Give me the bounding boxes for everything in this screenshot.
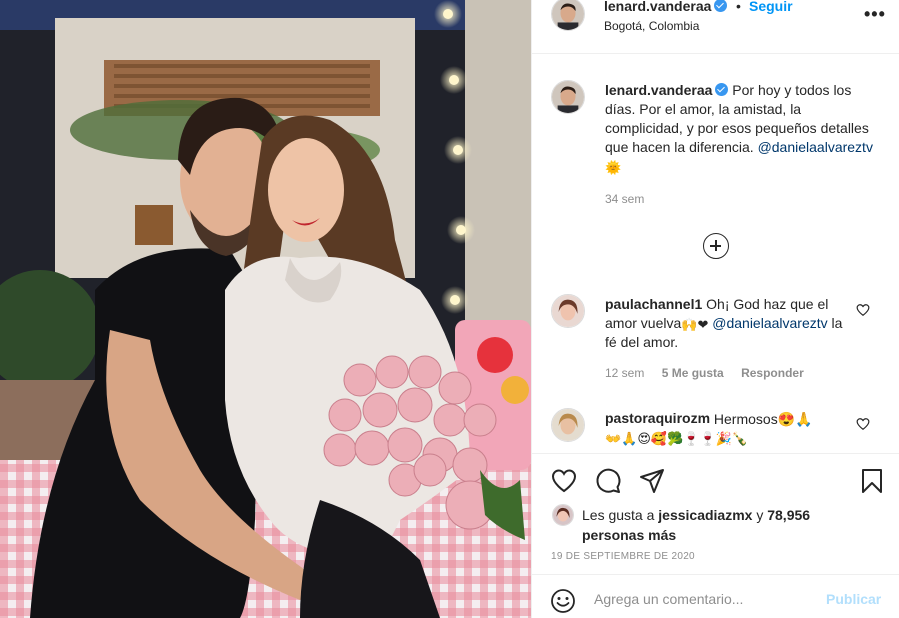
- avatar-image: [553, 505, 573, 525]
- comment-likes[interactable]: 5 Me gusta: [662, 366, 724, 380]
- comment-body: Hermosos😍🙏: [713, 411, 813, 427]
- comment-input[interactable]: [594, 587, 814, 611]
- comment-meta: 12 sem 5 Me gusta Responder: [605, 366, 818, 380]
- post-location[interactable]: Bogotá, Colombia: [604, 19, 699, 33]
- commenter-username[interactable]: pastoraquirozm: [605, 410, 710, 426]
- bookmark-icon[interactable]: [858, 467, 886, 495]
- author-username[interactable]: lenard.vanderaa: [604, 0, 728, 14]
- comment-emojis: 👐🙏😍🥰🥦🍷🍷🎉🍾: [605, 432, 749, 447]
- sun-emoji: 🌞: [605, 161, 622, 176]
- add-comment-bar: Publicar: [532, 574, 899, 618]
- post-actions-section: Les gusta a jessicadiazmx y 78,956 perso…: [532, 453, 899, 618]
- post-header: lenard.vanderaa • Seguir Bogotá, Colombi…: [532, 0, 899, 54]
- likes-text: Les gusta a jessicadiazmx y 78,956 perso…: [582, 505, 842, 545]
- liker-avatar[interactable]: [552, 504, 574, 526]
- avatar-image: [552, 409, 584, 441]
- comment-emojis: 🙌❤: [681, 318, 709, 333]
- avatar-image: [552, 81, 584, 113]
- share-icon[interactable]: [638, 467, 666, 495]
- avatar-image: [552, 0, 584, 30]
- avatar-image: [552, 295, 584, 327]
- comment-text: paulachannel1 Oh¡ God haz que el amor vu…: [605, 295, 850, 352]
- caption-timestamp[interactable]: 34 sem: [605, 192, 644, 206]
- caption-mention[interactable]: @danielaalvareztv: [758, 139, 873, 155]
- commenter-avatar[interactable]: [551, 408, 585, 442]
- caption-text: lenard.vanderaa Por hoy y todos los días…: [605, 81, 880, 176]
- couple-photo-illustration: [0, 0, 531, 618]
- comment-icon[interactable]: [594, 467, 622, 495]
- heart-icon[interactable]: [856, 303, 870, 317]
- commenter-username[interactable]: paulachannel1: [605, 296, 702, 312]
- comment-timestamp[interactable]: 12 sem: [605, 366, 644, 380]
- post-detail-panel: lenard.vanderaa • Seguir Bogotá, Colombi…: [531, 0, 899, 618]
- author-avatar[interactable]: [551, 0, 585, 31]
- comment-text: pastoraquirozm Hermosos😍🙏 👐🙏😍🥰🥦🍷🍷🎉🍾: [605, 409, 850, 447]
- caption-username[interactable]: lenard.vanderaa: [605, 82, 729, 98]
- verified-badge-icon: [715, 83, 729, 96]
- likes-conj: y: [756, 507, 764, 523]
- follow-button[interactable]: Seguir: [749, 0, 793, 14]
- comment-mention[interactable]: @danielaalvareztv: [712, 315, 827, 331]
- liker-username[interactable]: jessicadiazmx: [658, 507, 752, 523]
- smiley-icon[interactable]: [550, 588, 576, 614]
- post-photo[interactable]: [0, 0, 531, 618]
- separator-dot: •: [736, 0, 741, 14]
- heart-icon[interactable]: [856, 417, 870, 431]
- plus-circle-icon[interactable]: [703, 233, 729, 259]
- post-date[interactable]: 19 de septiembre de 2020: [551, 551, 695, 562]
- caption-avatar[interactable]: [551, 80, 585, 114]
- reply-button[interactable]: Responder: [741, 366, 804, 380]
- publish-button[interactable]: Publicar: [826, 591, 881, 607]
- heart-icon[interactable]: [550, 467, 578, 495]
- more-options-icon[interactable]: •••: [864, 4, 886, 25]
- likes-prefix: Les gusta a: [582, 507, 655, 523]
- commenter-avatar[interactable]: [551, 294, 585, 328]
- verified-badge-icon: [714, 0, 728, 12]
